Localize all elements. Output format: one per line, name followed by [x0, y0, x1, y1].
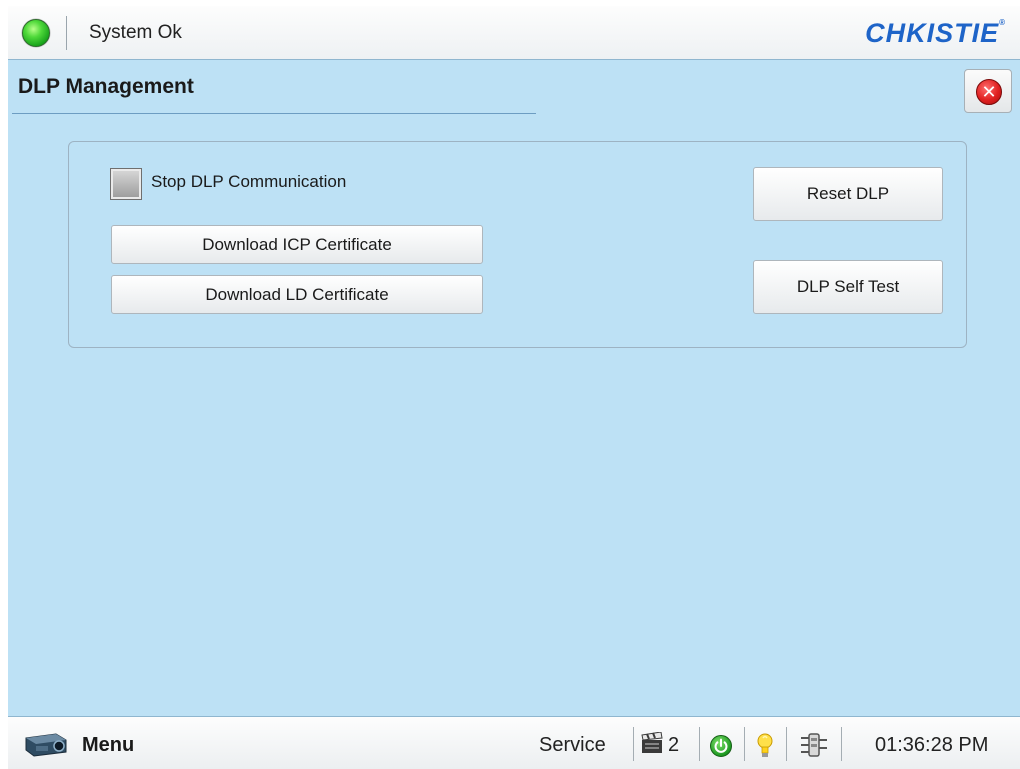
christie-logo: CHKISTIE®	[865, 18, 1006, 48]
divider	[66, 16, 67, 50]
menu-button[interactable]: Menu	[10, 717, 190, 769]
brand-text: CHKISTIE	[865, 18, 1000, 48]
clock: 01:36:28 PM	[875, 734, 989, 756]
close-icon: ✕	[976, 79, 1002, 105]
title-underline	[12, 113, 536, 114]
divider	[744, 727, 745, 761]
bottom-status-bar: Menu Service 2 01:36:28 PM	[8, 716, 1020, 769]
system-status-text[interactable]: System Ok	[89, 22, 182, 44]
divider	[841, 727, 842, 761]
network-icon[interactable]	[797, 730, 831, 760]
dlp-self-test-button[interactable]: DLP Self Test	[753, 260, 943, 314]
divider	[699, 727, 700, 761]
access-level-label: Service	[539, 734, 606, 756]
power-icon[interactable]	[710, 735, 732, 757]
bulb-icon[interactable]	[755, 732, 775, 760]
download-icp-certificate-button[interactable]: Download ICP Certificate	[111, 225, 483, 264]
stop-dlp-communication-checkbox[interactable]	[110, 168, 142, 200]
download-ld-certificate-button[interactable]: Download LD Certificate	[111, 275, 483, 314]
reset-dlp-button[interactable]: Reset DLP	[753, 167, 943, 221]
divider	[786, 727, 787, 761]
status-indicator-icon[interactable]	[22, 19, 50, 47]
app-window: System Ok CHKISTIE® DLP Management ✕ Sto…	[8, 6, 1020, 769]
top-status-bar: System Ok CHKISTIE®	[8, 6, 1020, 60]
close-button[interactable]: ✕	[964, 69, 1012, 113]
divider	[633, 727, 634, 761]
stop-dlp-communication-label[interactable]: Stop DLP Communication	[151, 172, 346, 192]
page-title: DLP Management	[18, 75, 194, 98]
channel-number: 2	[668, 734, 680, 756]
menu-label: Menu	[82, 734, 135, 756]
clapper-icon	[641, 732, 663, 753]
projector-icon	[25, 733, 67, 757]
